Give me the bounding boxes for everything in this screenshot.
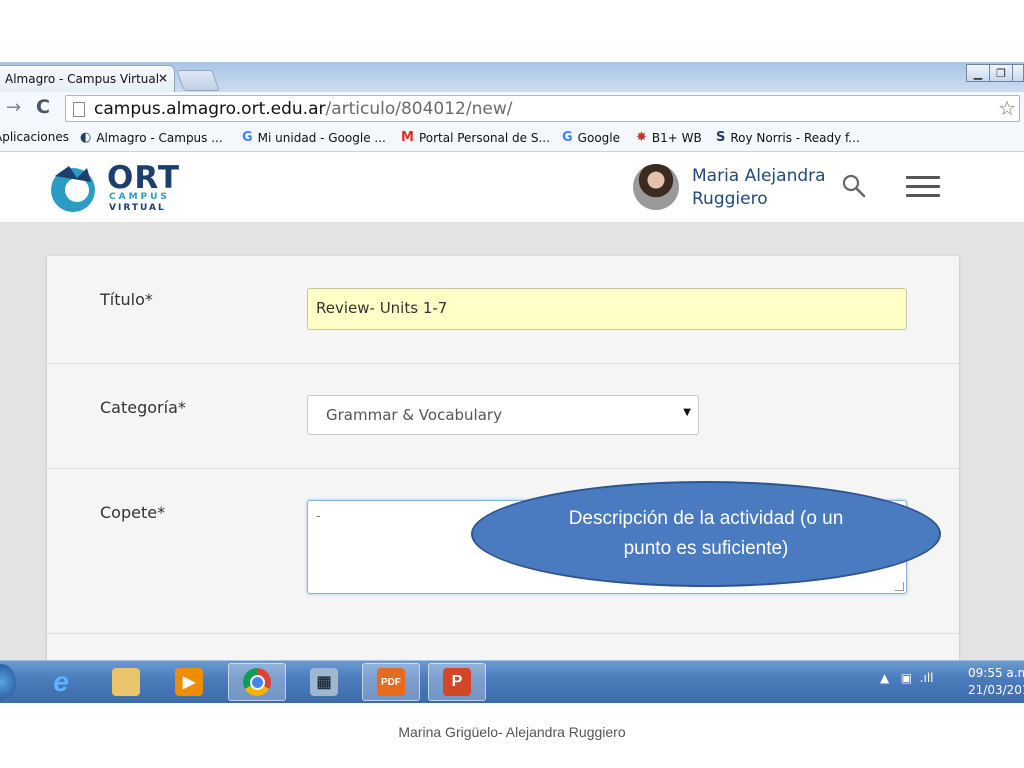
media-player-icon: ▶: [175, 668, 203, 696]
close-window-button[interactable]: [1012, 64, 1024, 82]
taskbar-powerpoint[interactable]: P: [428, 663, 486, 701]
logo-virtual-text: VIRTUAL: [109, 203, 166, 213]
browser-toolbar: → C campus.almagro.ort.edu.ar/articulo/8…: [0, 92, 1024, 124]
logo-campus-text: CAMPUS: [109, 192, 170, 202]
search-icon[interactable]: [842, 174, 866, 198]
google-icon: G: [562, 130, 573, 145]
user-last-name: Ruggiero: [692, 189, 768, 209]
google-icon: G: [242, 130, 253, 145]
dropdown-caret-icon: ▼: [683, 407, 691, 418]
category-select[interactable]: Grammar & Vocabulary ▼: [307, 395, 699, 435]
bookmark-star-icon[interactable]: ☆: [998, 96, 1016, 120]
user-name[interactable]: Maria Alejandra Ruggiero: [692, 165, 826, 211]
ort-logo-icon: [51, 166, 95, 212]
copete-label: Copete*: [100, 503, 166, 522]
taskbar-pdf[interactable]: PDF: [362, 663, 420, 701]
bookmark-google[interactable]: G Google: [562, 130, 620, 145]
gmail-icon: M: [401, 130, 414, 145]
start-button[interactable]: [0, 664, 16, 700]
calculator-icon: ▦: [310, 668, 338, 696]
folder-icon: [112, 668, 140, 696]
browser-tabstrip: Almagro - Campus Virtual × ▁ ❐: [0, 62, 1024, 92]
form-row-title: Título* Review- Units 1-7: [47, 256, 959, 364]
bookmark-almagro[interactable]: ◐ Almagro - Campus ...: [80, 130, 223, 145]
powerpoint-icon: P: [443, 668, 471, 696]
ort-logo[interactable]: ORT CAMPUS VIRTUAL: [47, 160, 180, 214]
maximize-button[interactable]: ❐: [989, 64, 1013, 82]
site-header: ORT CAMPUS VIRTUAL Maria Alejandra Ruggi…: [0, 152, 1024, 222]
reload-icon[interactable]: C: [36, 96, 50, 118]
pdf-icon: PDF: [377, 668, 405, 696]
minimize-button[interactable]: ▁: [966, 64, 990, 82]
page-icon: [73, 102, 85, 117]
taskbar-chrome[interactable]: [228, 663, 286, 701]
tray-arrow-icon[interactable]: ▲: [880, 671, 889, 685]
callout-annotation: Descripción de la actividad (o un punto …: [471, 481, 941, 587]
close-tab-icon[interactable]: ×: [158, 71, 168, 85]
bookmark-aplicaciones[interactable]: Aplicaciones: [0, 130, 69, 144]
address-bar[interactable]: campus.almagro.ort.edu.ar/articulo/80401…: [65, 95, 1020, 122]
logo-ort-text: ORT: [107, 160, 180, 196]
windows-taskbar: e ▶ ▦ PDF P ▲ ▣ .ıll 09:55 a.m 21/03/201: [0, 660, 1024, 703]
forward-icon[interactable]: →: [6, 97, 21, 118]
bookmark-mi-unidad[interactable]: G Mi unidad - Google ...: [242, 130, 386, 145]
internet-explorer-icon: e: [53, 666, 69, 697]
taskbar-media-player[interactable]: ▶: [160, 663, 218, 701]
tab-title: Almagro - Campus Virtual: [5, 72, 160, 86]
user-first-name: Maria Alejandra: [692, 166, 826, 186]
new-tab-button[interactable]: [176, 70, 220, 91]
window-controls: ▁ ❐: [966, 64, 1024, 84]
bookmark-b1-wb[interactable]: ✸ B1+ WB: [636, 130, 702, 145]
hamburger-menu-icon[interactable]: [906, 176, 940, 200]
chrome-icon: [243, 668, 271, 696]
bookmarks-bar: Aplicaciones ◐ Almagro - Campus ... G Mi u…: [0, 124, 1024, 152]
signal-icon[interactable]: .ıll: [920, 671, 934, 685]
form-row-category: Categoría* Grammar & Vocabulary ▼: [47, 363, 959, 469]
screenshot: Almagro - Campus Virtual × ▁ ❐ → C campu…: [0, 62, 1024, 703]
browser-tab[interactable]: Almagro - Campus Virtual ×: [0, 65, 175, 92]
resize-handle-icon[interactable]: [895, 582, 904, 591]
bookmark-roy-norris[interactable]: S Roy Norris - Ready f...: [716, 130, 860, 145]
avatar[interactable]: [633, 164, 679, 210]
roy-icon: S: [716, 130, 726, 145]
b1-icon: ✸: [636, 130, 647, 145]
clock[interactable]: 09:55 a.m 21/03/201: [968, 665, 1024, 699]
title-label: Título*: [100, 290, 153, 309]
slide-footer: Marina Grigüelo- Alejandra Ruggiero: [398, 724, 626, 740]
url-text: campus.almagro.ort.edu.ar/articulo/80401…: [94, 99, 513, 119]
bookmark-portal-personal[interactable]: M Portal Personal de S...: [401, 130, 550, 145]
category-label: Categoría*: [100, 398, 186, 417]
taskbar-ie[interactable]: e: [32, 663, 90, 701]
taskbar-explorer[interactable]: [97, 663, 155, 701]
clock-time: 09:55 a.m: [968, 666, 1024, 680]
title-input[interactable]: Review- Units 1-7: [307, 288, 907, 330]
category-selected-value: Grammar & Vocabulary: [326, 406, 502, 424]
network-icon[interactable]: ▣: [901, 671, 912, 685]
system-tray[interactable]: ▲ ▣ .ıll: [880, 671, 934, 685]
almagro-icon: ◐: [80, 130, 92, 145]
article-form: Título* Review- Units 1-7 Categoría* Gra…: [47, 256, 959, 703]
taskbar-calculator[interactable]: ▦: [295, 663, 353, 701]
clock-date: 21/03/201: [968, 683, 1024, 697]
copete-value: -: [316, 509, 321, 524]
